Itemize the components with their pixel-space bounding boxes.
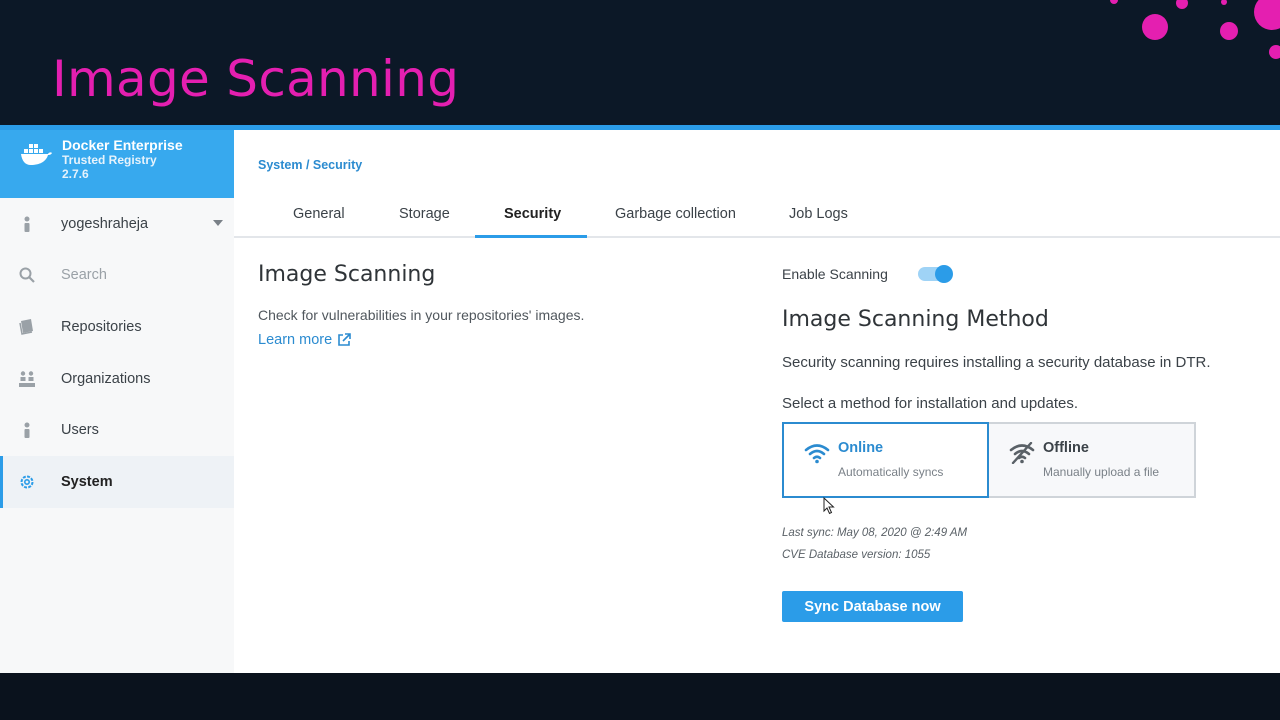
scanning-settings: Enable Scanning Image Scanning Method Se… [782, 265, 1262, 622]
user-icon [18, 215, 36, 233]
method-offline-title: Offline [1043, 440, 1089, 456]
scanning-intro: Image Scanning Check for vulnerabilities… [258, 262, 584, 348]
organizations-icon [18, 370, 36, 388]
learn-more-label: Learn more [258, 332, 333, 348]
brand-version: 2.7.6 [62, 167, 89, 181]
wifi-off-icon [1009, 442, 1035, 464]
sidebar: Docker Enterprise Trusted Registry 2.7.6… [0, 130, 234, 673]
sidebar-item-organizations[interactable]: Organizations [0, 353, 234, 405]
method-online-subtitle: Automatically syncs [838, 465, 944, 479]
brand-name: Docker Enterprise [62, 137, 183, 153]
cve-version-text: CVE Database version: 1055 [782, 549, 931, 561]
last-sync-text: Last sync: May 08, 2020 @ 2:49 AM [782, 527, 968, 539]
user-icon [18, 421, 36, 439]
sidebar-item-system[interactable]: System [0, 455, 234, 508]
toggle-knob [934, 265, 953, 283]
gear-icon [18, 473, 36, 491]
sidebar-item-label: Users [61, 422, 99, 439]
bottom-bar [0, 673, 1280, 720]
chevron-down-icon[interactable] [213, 220, 223, 226]
docker-whale-icon [21, 144, 52, 165]
external-link-icon [338, 333, 351, 346]
method-offline[interactable]: Offline Manually upload a file [989, 422, 1196, 498]
tab-garbage-collection[interactable]: Garbage collection [615, 206, 736, 222]
sidebar-item-users[interactable]: Users [0, 404, 234, 456]
slide-title: Image Scanning [52, 50, 460, 108]
method-offline-subtitle: Manually upload a file [1043, 465, 1160, 479]
brand-product: Trusted Registry [62, 153, 157, 167]
enable-scanning-label: Enable Scanning [782, 266, 888, 282]
method-heading: Image Scanning Method [782, 307, 1049, 332]
main-content: System / Security General Storage Securi… [234, 130, 1280, 673]
section-description: Check for vulnerabilities in your reposi… [258, 307, 585, 323]
requirement-text: Security scanning requires installing a … [782, 354, 1211, 371]
mouse-cursor-icon [823, 497, 835, 515]
tab-security[interactable]: Security [504, 206, 561, 222]
sync-database-button[interactable]: Sync Database now [782, 591, 963, 622]
sidebar-search[interactable]: Search [0, 250, 234, 302]
method-online-title: Online [838, 440, 884, 456]
app-window: Docker Enterprise Trusted Registry 2.7.6… [0, 125, 1280, 673]
active-tab-indicator [475, 235, 587, 238]
sidebar-item-repositories[interactable]: Repositories [0, 301, 234, 353]
sidebar-item-label: Organizations [61, 370, 151, 387]
select-method-text: Select a method for installation and upd… [782, 395, 1079, 412]
search-placeholder: Search [61, 267, 107, 284]
method-online[interactable]: Online Automatically syncs [782, 422, 989, 498]
enable-scanning-row: Enable Scanning [782, 265, 1262, 283]
tab-storage[interactable]: Storage [399, 206, 450, 222]
brand-header[interactable]: Docker Enterprise Trusted Registry 2.7.6 [0, 130, 234, 198]
book-icon [18, 318, 36, 336]
tab-general[interactable]: General [293, 206, 345, 222]
breadcrumb[interactable]: System / Security [258, 158, 362, 172]
method-options: Online Automatically syncs Offline Manua… [782, 422, 1262, 498]
tab-job-logs[interactable]: Job Logs [789, 206, 848, 222]
sync-info: Last sync: May 08, 2020 @ 2:49 AM CVE Da… [782, 522, 1262, 566]
user-menu[interactable]: yogeshraheja [0, 198, 234, 250]
decorative-dots [1110, 0, 1280, 59]
enable-scanning-toggle[interactable] [917, 265, 953, 283]
wifi-icon [804, 444, 830, 464]
learn-more-link[interactable]: Learn more [258, 332, 584, 348]
sidebar-item-label: System [61, 473, 113, 490]
section-heading: Image Scanning [258, 262, 436, 287]
settings-tabs: General Storage Security Garbage collect… [234, 198, 1280, 238]
search-icon [18, 266, 36, 284]
user-name: yogeshraheja [61, 215, 149, 232]
sidebar-item-label: Repositories [61, 318, 142, 335]
